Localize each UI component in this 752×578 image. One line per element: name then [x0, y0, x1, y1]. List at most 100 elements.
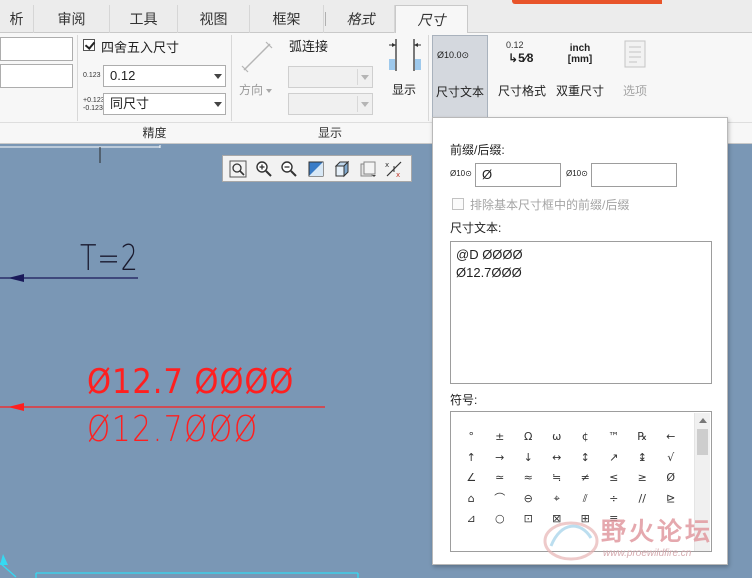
dimension-text-label: 尺寸文本 [435, 85, 484, 99]
cutoff-input-1[interactable] [0, 37, 73, 61]
display-style-icon[interactable] [333, 160, 351, 178]
symbol-cell[interactable]: ≥ [628, 468, 657, 489]
group-separator [428, 35, 429, 121]
display-button[interactable]: 显示 [392, 81, 416, 98]
dual-dimension-button[interactable]: inch [mm] 双重尺寸 [552, 35, 608, 119]
symbol-cell[interactable]: ⌖ [543, 489, 572, 510]
symbol-cell[interactable]: ≃ [486, 468, 515, 489]
exclude-prefix-checkbox[interactable] [452, 198, 464, 210]
chevron-down-icon [214, 74, 222, 79]
display-witness-icon [389, 39, 421, 71]
group-separator [77, 35, 78, 121]
symbol-cell[interactable]: ↓ [514, 448, 543, 469]
symbol-cell[interactable]: ≈ [514, 468, 543, 489]
decimal-places-value: 0.12 [110, 68, 136, 83]
symbol-cell[interactable]: ≠ [571, 468, 600, 489]
symbol-cell[interactable]: ⊖ [514, 489, 543, 510]
dual-icon-top: inch [569, 43, 591, 54]
direction-icon [241, 41, 273, 73]
symbol-cell[interactable]: ⊿ [457, 509, 486, 530]
round-dimension-checkbox[interactable] [83, 39, 95, 51]
symbol-cell[interactable]: ↨ [628, 448, 657, 469]
symbol-cell[interactable]: ⊡ [514, 509, 543, 530]
symbol-cell[interactable]: ≤ [600, 468, 629, 489]
symbol-cell[interactable]: ≒ [543, 468, 572, 489]
options-button[interactable]: 选项 [612, 35, 658, 119]
arc-connection-label: 弧连接 [289, 39, 329, 54]
symbol-cell[interactable]: ⌂ [457, 489, 486, 510]
dimension-text-field-label: 尺寸文本: [450, 221, 502, 235]
refit-icon[interactable] [229, 160, 247, 178]
tab-view[interactable]: 视图 [178, 5, 250, 33]
precision-group-label: 精度 [142, 126, 167, 140]
symbol-cell[interactable]: Ω [514, 427, 543, 448]
symbol-cell[interactable]: ∠ [457, 468, 486, 489]
dimension-text-icon: Ø10.0⊙ [437, 50, 470, 60]
symbol-cell[interactable]: ⌒ [486, 489, 515, 510]
symbol-cell[interactable]: ™ [600, 427, 629, 448]
suffix-input[interactable] [591, 163, 677, 187]
tab-frame[interactable]: 框架 [250, 5, 324, 33]
arc-connection-select-1[interactable] [288, 66, 373, 88]
tolerance-decimal-value: 同尺寸 [110, 96, 150, 111]
tolerance-icon-bottom: -0.123 [83, 105, 103, 112]
scroll-thumb[interactable] [697, 429, 708, 455]
zoom-out-icon[interactable] [280, 160, 298, 178]
decimal-places-select[interactable]: 0.12 [103, 65, 226, 87]
options-label: 选项 [622, 84, 647, 98]
symbol-cell[interactable]: ↔ [543, 448, 572, 469]
symbol-cell[interactable]: ℞ [628, 427, 657, 448]
suffix-icon: Ø10⊙ [566, 169, 588, 178]
symbol-cell[interactable]: ↗ [600, 448, 629, 469]
symbol-cell[interactable]: ° [457, 427, 486, 448]
tab-format[interactable]: 格式 [327, 5, 395, 33]
dimension-format-label: 尺寸格式 [497, 84, 546, 98]
tab-analysis[interactable]: 析 [0, 5, 34, 33]
prefix-input[interactable]: Ø [475, 163, 561, 187]
symbol-cell[interactable]: ⫽ [571, 489, 600, 510]
symbol-cell[interactable]: ← [657, 427, 686, 448]
annotation-display-icon[interactable]: x x [385, 160, 403, 178]
round-dimension-label: 四舍五入尺寸 [101, 40, 180, 55]
cutoff-input-2[interactable] [0, 64, 73, 88]
dimension-format-button[interactable]: 0.12 ↳5⁄8 尺寸格式 [494, 35, 550, 119]
saved-views-icon[interactable] [359, 160, 377, 178]
scroll-up-icon[interactable] [699, 418, 707, 423]
chevron-down-icon [361, 102, 369, 107]
arc-connection-select-2[interactable] [288, 93, 373, 115]
repaint-icon[interactable] [307, 160, 325, 178]
symbol-cell[interactable]: ↕ [571, 448, 600, 469]
format-arrow-fraction-icon: ↳5⁄8 [508, 51, 534, 65]
dimension-text-panel: 前缀/后缀: Ø10⊙ Ø Ø10⊙ 排除基本尺寸框中的前缀/后缀 尺寸文本: … [432, 117, 728, 565]
thickness-label[interactable]: T=2 [80, 238, 139, 279]
symbol-cell[interactable]: ↑ [457, 448, 486, 469]
graphics-toolbar: x x [222, 155, 412, 182]
tab-review[interactable]: 审阅 [34, 5, 110, 33]
symbol-cell[interactable]: // [628, 489, 657, 510]
dimension-text-upper[interactable]: Ø12.7 ØØØØ [87, 362, 294, 402]
watermark-url: www.proewildfire.cn [603, 548, 692, 559]
symbol-cell[interactable]: Ø [657, 468, 686, 489]
tolerance-decimal-select[interactable]: 同尺寸 [103, 93, 226, 115]
dimension-text-lower[interactable]: Ø12.7ØØØ [87, 409, 259, 450]
format-icon-top: 0.12 [506, 40, 524, 50]
watermark-logo-icon [543, 521, 599, 561]
direction-button[interactable]: 方向 [239, 81, 273, 98]
symbol-cell[interactable]: ± [486, 427, 515, 448]
zoom-in-icon[interactable] [255, 160, 273, 178]
tab-tools[interactable]: 工具 [110, 5, 178, 33]
symbol-cell[interactable]: ÷ [600, 489, 629, 510]
format-fraction: 5⁄8 [518, 51, 534, 65]
dimension-text-editor[interactable]: @D ØØØØ Ø12.7ØØØ [450, 241, 712, 384]
symbol-cell[interactable]: ω [543, 427, 572, 448]
symbol-cell[interactable]: ¢ [571, 427, 600, 448]
symbol-cell[interactable]: ○ [486, 509, 515, 530]
chevron-down-icon [266, 88, 273, 93]
symbol-cell[interactable]: ⊵ [657, 489, 686, 510]
document-options-icon [624, 40, 646, 68]
symbol-cell[interactable]: √ [657, 448, 686, 469]
symbol-cell[interactable]: → [486, 448, 515, 469]
tab-dimension[interactable]: 尺寸 [395, 5, 468, 34]
dimension-text-button[interactable]: Ø10.0⊙ 尺寸文本 [432, 35, 488, 119]
chevron-down-icon [214, 102, 222, 107]
